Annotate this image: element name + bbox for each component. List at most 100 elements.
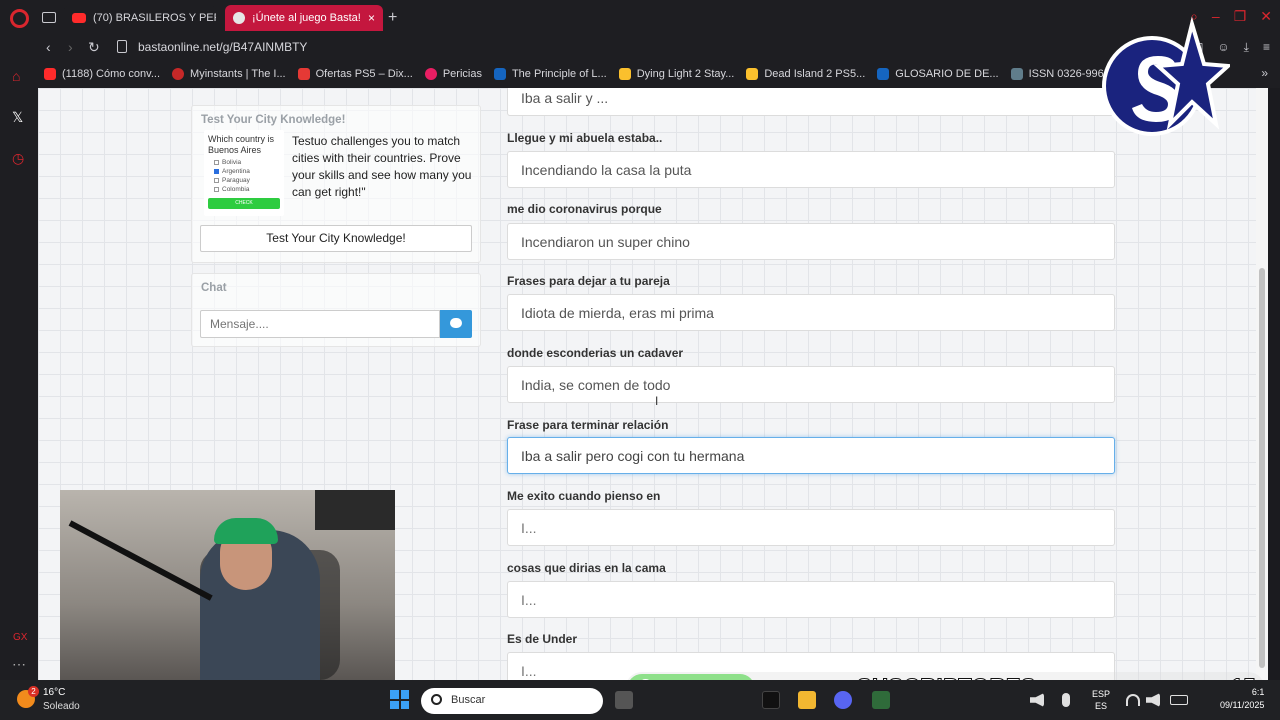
ad-check-button: CHECK bbox=[208, 198, 280, 209]
checkbox-checked-icon bbox=[214, 169, 219, 174]
checkbox-icon bbox=[214, 178, 219, 183]
taskbar-search-text[interactable]: Buscar bbox=[451, 694, 485, 706]
reload-icon[interactable]: ↻ bbox=[88, 39, 100, 56]
ad-quiz-image[interactable]: Which country is Buenos Aires Bolivia Ar… bbox=[204, 130, 284, 216]
address-bar: ‹ › ↻ bastaonline.net/g/B47AINMBTY ⚲ ⬚ ◫… bbox=[0, 36, 1280, 60]
language-indicator[interactable]: ESP ES bbox=[1092, 688, 1110, 712]
history-icon[interactable]: ◷ bbox=[12, 150, 24, 167]
tiktok-icon[interactable] bbox=[762, 691, 780, 709]
bookmark-item[interactable]: Pericias bbox=[424, 68, 482, 80]
answer-field[interactable] bbox=[507, 366, 1115, 403]
chat-bubble-icon bbox=[450, 318, 462, 328]
volume-icon[interactable] bbox=[1146, 693, 1160, 707]
x-twitter-icon[interactable]: 𝕏 bbox=[12, 109, 23, 126]
field-label: cosas que dirias en la cama bbox=[507, 561, 666, 575]
close-tab-icon[interactable]: × bbox=[368, 11, 375, 25]
text-cursor-icon: I bbox=[655, 394, 659, 408]
bookmark-item[interactable]: GLOSARIO DE DE... bbox=[877, 68, 999, 80]
bookmark-item[interactable]: Ofertas PS5 – Dix... bbox=[297, 68, 413, 80]
clock[interactable]: 6:1 09/11/2025 bbox=[1220, 686, 1264, 712]
ad-description: Testuo challenges you to match cities wi… bbox=[292, 134, 472, 199]
bookmark-icon bbox=[1010, 68, 1023, 80]
chat-header: Chat bbox=[201, 282, 227, 294]
bookmark-icon bbox=[493, 68, 506, 80]
more-icon[interactable]: ⋯ bbox=[12, 656, 26, 673]
tab-list-icon[interactable] bbox=[42, 12, 56, 23]
basta-icon bbox=[233, 12, 245, 24]
field-label: me dio coronavirus porque bbox=[507, 202, 662, 216]
chat-send-button[interactable] bbox=[440, 310, 472, 338]
forward-icon[interactable]: › bbox=[68, 39, 73, 55]
answer-field[interactable] bbox=[507, 151, 1115, 188]
opera-logo-icon[interactable] bbox=[10, 9, 29, 28]
battery-icon[interactable] bbox=[1170, 695, 1188, 705]
answer-field[interactable] bbox=[507, 88, 1115, 116]
bookmark-icon bbox=[877, 68, 890, 80]
windows-start-icon[interactable] bbox=[390, 690, 409, 709]
taskbar-search-box[interactable] bbox=[421, 688, 603, 714]
answer-field-active[interactable] bbox=[507, 437, 1115, 474]
menu-icon[interactable]: ≡ bbox=[1263, 40, 1270, 55]
field-label: Frase para terminar relación bbox=[507, 418, 669, 432]
bookmark-icon bbox=[746, 68, 759, 80]
tab-youtube[interactable]: (70) BRASILEROS Y PERR bbox=[64, 5, 216, 31]
maximize-button[interactable]: ❐ bbox=[1234, 8, 1247, 25]
close-window-button[interactable]: ✕ bbox=[1260, 8, 1272, 25]
tab-label: ¡Únete al juego Basta! bbox=[252, 12, 361, 24]
microphone-icon[interactable] bbox=[1062, 693, 1070, 707]
answer-field[interactable] bbox=[507, 294, 1115, 331]
bookmark-item[interactable]: The Principle of L... bbox=[493, 68, 607, 80]
bookmarks-bar: (1188) Cómo conv... Myinstants | The I..… bbox=[0, 60, 1280, 88]
bookmark-icon bbox=[172, 68, 185, 80]
scrollbar-thumb[interactable] bbox=[1259, 268, 1265, 668]
field-label: Frases para dejar a tu pareja bbox=[507, 274, 670, 288]
page-scrollbar[interactable] bbox=[1256, 88, 1268, 680]
weather-temperature[interactable]: 16°C bbox=[43, 687, 65, 698]
file-explorer-icon[interactable] bbox=[798, 691, 816, 709]
checkbox-icon bbox=[214, 187, 219, 192]
channel-logo-icon bbox=[1102, 16, 1230, 136]
weather-description[interactable]: Soleado bbox=[43, 701, 80, 712]
app-icon[interactable] bbox=[872, 691, 890, 709]
back-icon[interactable]: ‹ bbox=[46, 39, 51, 55]
more-bookmarks-icon[interactable]: » bbox=[1261, 66, 1268, 80]
opera-sidebar: ⌂ 𝕏 ◷ GX ⋯ bbox=[0, 60, 38, 680]
chat-message-input[interactable] bbox=[200, 310, 440, 338]
ad-cta-button[interactable]: Test Your City Knowledge! bbox=[200, 225, 472, 252]
bookmark-item[interactable]: Myinstants | The I... bbox=[172, 68, 286, 80]
lock-icon bbox=[117, 40, 127, 53]
field-label: donde esconderias un cadaver bbox=[507, 346, 684, 360]
url-field[interactable]: bastaonline.net/g/B47AINMBTY bbox=[138, 40, 307, 54]
tab-basta[interactable]: ¡Únete al juego Basta! × bbox=[225, 5, 383, 31]
checkbox-icon bbox=[214, 160, 219, 165]
streamer-cap bbox=[214, 518, 278, 544]
answer-field[interactable] bbox=[507, 223, 1115, 260]
bookmark-item[interactable]: Dead Island 2 PS5... bbox=[746, 68, 865, 80]
task-view-icon[interactable] bbox=[615, 691, 633, 709]
bookmark-icon bbox=[424, 68, 437, 80]
wifi-icon[interactable] bbox=[1126, 694, 1140, 706]
new-tab-button[interactable]: + bbox=[388, 9, 397, 27]
field-label: Llegue y mi abuela estaba.. bbox=[507, 131, 663, 145]
aria-icon[interactable]: ⌂ bbox=[12, 68, 20, 84]
field-label: Es de Under bbox=[507, 632, 578, 646]
youtube-icon bbox=[72, 13, 86, 23]
download-icon[interactable]: ⤓ bbox=[1244, 40, 1249, 55]
bookmark-item[interactable]: (1188) Cómo conv... bbox=[44, 68, 160, 80]
answer-field[interactable] bbox=[507, 509, 1115, 546]
field-label: Me exito cuando pienso en bbox=[507, 489, 661, 503]
bookmark-icon bbox=[297, 68, 310, 80]
bookmark-item[interactable]: ISSN 0326-9965 bbox=[1010, 68, 1110, 80]
tab-bar: (70) BRASILEROS Y PERR ¡Únete al juego B… bbox=[0, 0, 1280, 36]
discord-icon[interactable] bbox=[834, 691, 852, 709]
speaker-icon[interactable] bbox=[1030, 693, 1044, 707]
bookmark-item[interactable]: Dying Light 2 Stay... bbox=[618, 68, 734, 80]
gx-icon[interactable]: GX bbox=[13, 632, 27, 643]
windows-taskbar: 2 16°C Soleado Buscar ESP ES 6:1 09/11/2… bbox=[0, 680, 1280, 720]
answer-field[interactable] bbox=[507, 581, 1115, 618]
notification-badge: 2 bbox=[28, 686, 39, 697]
bookmark-icon bbox=[44, 68, 56, 80]
webcam-overlay bbox=[60, 490, 395, 680]
tab-label: (70) BRASILEROS Y PERR bbox=[93, 12, 216, 24]
bookmark-icon bbox=[618, 68, 631, 80]
